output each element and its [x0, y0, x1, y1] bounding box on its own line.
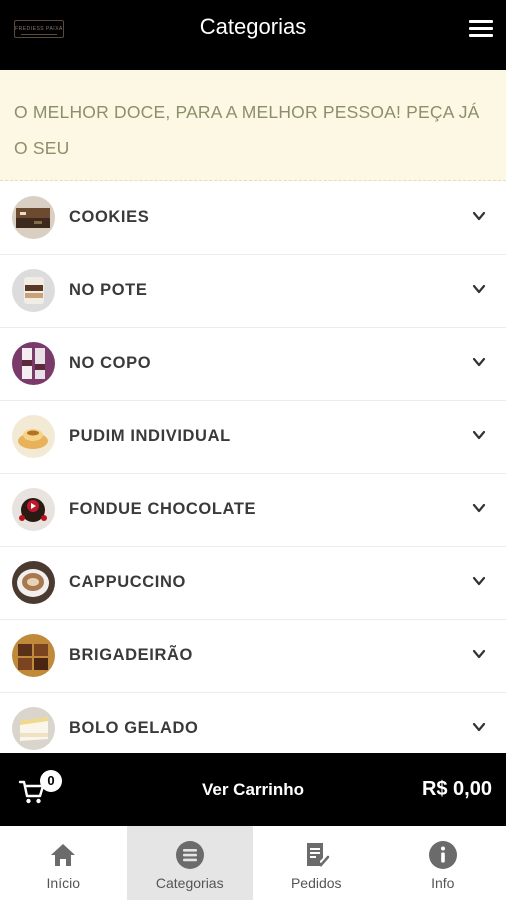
menu-icon [469, 20, 493, 23]
category-label: FONDUE CHOCOLATE [69, 500, 257, 518]
categories-icon [175, 841, 204, 869]
category-label: COOKIES [69, 208, 150, 226]
pot-dessert-thumbnail [12, 269, 55, 312]
category-item-brigadeirao[interactable]: BRIGADEIRÃO [0, 620, 506, 693]
category-label: BOLO GELADO [69, 719, 199, 737]
nav-label: Pedidos [290, 875, 342, 891]
cookies-thumbnail [12, 196, 55, 239]
cup-dessert-thumbnail [12, 342, 55, 385]
nav-label: Categorias [155, 875, 224, 891]
category-item-fondue-chocolate[interactable]: FONDUE CHOCOLATE [0, 474, 506, 547]
cold-cake-thumbnail [12, 707, 55, 750]
banner-text: O MELHOR DOCE, PARA A MELHOR PESSOA! PEÇ… [14, 102, 480, 158]
chevron-down-icon [472, 722, 486, 732]
app-header: FREDIESS PAIXA Categorias [0, 0, 506, 70]
nav-label: Início [46, 875, 80, 891]
category-item-no-pote[interactable]: NO POTE [0, 255, 506, 328]
brigadeirao-thumbnail [12, 634, 55, 677]
cappuccino-thumbnail [12, 561, 55, 604]
nav-label: Info [431, 875, 455, 891]
chevron-down-icon [472, 430, 486, 440]
category-item-cookies[interactable]: COOKIES [0, 182, 506, 255]
home-icon [51, 844, 76, 866]
category-item-cappuccino[interactable]: CAPPUCCINO [0, 547, 506, 620]
bottom-navigation: Início Categorias Pedidos Info [0, 826, 506, 900]
fondue-thumbnail [12, 488, 55, 531]
orders-icon [307, 843, 330, 867]
hamburger-menu-button[interactable] [466, 16, 496, 42]
category-label: NO POTE [69, 281, 148, 299]
chevron-down-icon [472, 284, 486, 294]
nav-item-inicio[interactable]: Início [0, 826, 127, 900]
chevron-down-icon [472, 503, 486, 513]
nav-item-pedidos[interactable]: Pedidos [253, 826, 380, 900]
chevron-down-icon [472, 649, 486, 659]
chevron-down-icon [472, 211, 486, 221]
promo-banner: O MELHOR DOCE, PARA A MELHOR PESSOA! PEÇ… [0, 70, 506, 181]
nav-item-categorias[interactable]: Categorias [126, 826, 253, 900]
view-cart-bar[interactable]: 0 Ver Carrinho R$ 0,00 [0, 753, 506, 826]
menu-icon-bar [469, 34, 493, 37]
category-label: BRIGADEIRÃO [69, 646, 193, 664]
category-item-pudim-individual[interactable]: PUDIM INDIVIDUAL [0, 401, 506, 474]
info-icon [428, 841, 457, 869]
category-list: COOKIES NO POTE NO COPO PUDIM INDIVIDUAL… [0, 182, 506, 766]
nav-item-info[interactable]: Info [380, 826, 506, 900]
chevron-down-icon [472, 357, 486, 367]
menu-icon-bar [469, 27, 493, 30]
chevron-down-icon [472, 576, 486, 586]
category-item-no-copo[interactable]: NO COPO [0, 328, 506, 401]
category-label: CAPPUCCINO [69, 573, 186, 591]
category-label: PUDIM INDIVIDUAL [69, 427, 231, 445]
cart-total: R$ 0,00 [421, 778, 492, 800]
page-title: Categorias [199, 14, 307, 39]
category-label: NO COPO [69, 354, 152, 372]
pudding-thumbnail [12, 415, 55, 458]
